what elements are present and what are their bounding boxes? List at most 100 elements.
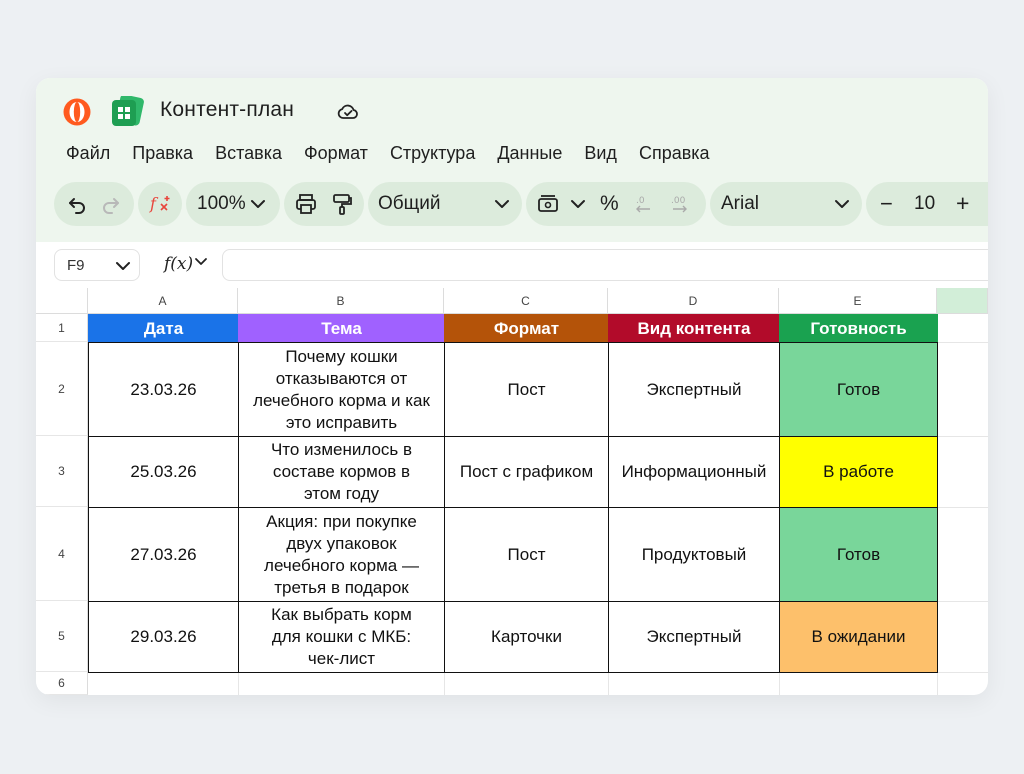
chevron-down-icon[interactable] [194, 256, 208, 268]
status-cell[interactable]: Готов [779, 507, 938, 602]
row-header-5[interactable]: 5 [36, 601, 88, 672]
status-cell[interactable]: В ожидании [779, 601, 938, 673]
cell-text: Как выбрать корм для кошки с МКБ: чек-лист [271, 604, 412, 670]
cell-text-line: Акция: при покупке [266, 511, 417, 531]
status-cell[interactable]: Готов [779, 342, 938, 437]
header-cell[interactable]: Дата [88, 314, 239, 343]
chevron-down-icon [495, 200, 509, 208]
content-type-cell[interactable]: Продуктовый [608, 507, 780, 602]
format-cell[interactable]: Пост [444, 342, 609, 437]
header-cell[interactable]: Тема [238, 314, 445, 343]
topic-cell[interactable]: Почему кошки отказываются от лечебного кор… [238, 342, 445, 437]
menu-insert[interactable]: Вставка [215, 143, 282, 165]
number-tools-group: % .0 .00 [526, 182, 706, 226]
status-cell[interactable]: В работе [779, 436, 938, 508]
topic-cell[interactable]: Как выбрать корм для кошки с МКБ: чек-лист [238, 601, 445, 673]
header-cell[interactable]: Формат [444, 314, 609, 343]
column-header-e[interactable]: E [779, 288, 937, 314]
row-header-1[interactable]: 1 [36, 314, 88, 342]
app-window: Контент-план Файл Правка Вставка Формат … [36, 78, 988, 695]
font-family-value: Arial [721, 193, 760, 214]
menu-help[interactable]: Справка [639, 143, 710, 165]
chevron-down-icon [835, 200, 849, 208]
cell-text-line: Как выбрать корм [271, 605, 412, 624]
print-icon[interactable] [294, 193, 318, 215]
name-box[interactable]: F9 [54, 249, 140, 281]
document-title[interactable]: Контент-план [160, 98, 294, 122]
cloud-check-icon[interactable] [336, 100, 360, 124]
column-header-b[interactable]: B [238, 288, 444, 314]
font-size-decrease-button[interactable]: − [880, 191, 893, 217]
zoom-value: 100% [197, 193, 246, 214]
formula-input[interactable] [222, 249, 988, 281]
menu-edit[interactable]: Правка [132, 143, 193, 165]
fx-label[interactable]: f(x) [164, 254, 193, 274]
cell-text-line: это исправить [285, 412, 398, 432]
font-size-stepper: − 10 + [866, 182, 988, 226]
font-size-value[interactable]: 10 [914, 193, 935, 215]
cell-text: Что изменилось в составе кормов в этом год… [271, 439, 412, 505]
number-format-value: Общий [378, 193, 441, 214]
column-header-f[interactable] [937, 288, 988, 314]
cell-text-line: лечебного корма и как [253, 390, 430, 410]
format-cell[interactable]: Карточки [444, 601, 609, 673]
menu-view[interactable]: Вид [584, 143, 617, 165]
redo-icon[interactable] [100, 193, 122, 215]
font-size-increase-button[interactable]: + [956, 190, 969, 217]
row-header-2[interactable]: 2 [36, 342, 88, 436]
menu-structure[interactable]: Структура [390, 143, 475, 165]
spreadsheet-grid: A B C D E 1 2 3 4 5 6 Дата Тема Формат Вид контента Гот… [36, 288, 988, 695]
zoom-select[interactable]: 100% [186, 182, 280, 226]
number-format-select[interactable]: Общий [368, 182, 522, 226]
cell-text-line: Что изменилось в [270, 440, 413, 459]
column-header-c[interactable]: C [444, 288, 608, 314]
cell-text-line: этом году [303, 484, 380, 503]
menu-data[interactable]: Данные [497, 143, 562, 165]
spreadsheet-logo-icon [112, 96, 144, 126]
content-type-cell[interactable]: Информационный [608, 436, 780, 508]
paint-format-icon[interactable] [330, 193, 354, 215]
print-format-group [284, 182, 364, 226]
cell-text-line: для кошки с МКБ: [271, 627, 412, 646]
topic-cell[interactable]: Акция: при покупке двух упаковок лечебного… [238, 507, 445, 602]
column-header-a[interactable]: A [88, 288, 238, 314]
topic-cell[interactable]: Что изменилось в составе кормов в этом год… [238, 436, 445, 508]
increase-decimal-icon[interactable]: .00 [668, 193, 694, 215]
header-cell[interactable]: Готовность [779, 314, 938, 343]
currency-format-icon[interactable] [536, 193, 560, 215]
decrease-decimal-icon[interactable]: .0 [632, 193, 656, 215]
row-header-6[interactable]: 6 [36, 672, 88, 695]
row-header-3[interactable]: 3 [36, 436, 88, 507]
date-cell[interactable]: 29.03.26 [88, 601, 239, 673]
format-cell[interactable]: Пост [444, 507, 609, 602]
date-cell[interactable]: 25.03.26 [88, 436, 239, 508]
top-bar: Контент-план Файл Правка Вставка Формат … [36, 78, 988, 242]
menu-format[interactable]: Формат [304, 143, 368, 165]
chevron-down-icon [116, 262, 130, 270]
function-button[interactable]: f [138, 182, 182, 226]
content-type-cell[interactable]: Экспертный [608, 601, 780, 673]
menu-file[interactable]: Файл [66, 143, 110, 165]
chevron-down-icon [251, 200, 265, 208]
undo-icon[interactable] [66, 193, 88, 215]
cell-text-line: лечебного корма — [264, 555, 419, 575]
cell-text-line: составе кормов в [272, 462, 411, 481]
font-family-select[interactable]: Arial [710, 182, 862, 226]
date-cell[interactable]: 23.03.26 [88, 342, 239, 437]
percent-button[interactable]: % [600, 192, 619, 216]
cell-text-line: отказываются от [275, 368, 408, 388]
toolbar: f 100% Общий % .0 .00 Arial − 10 + [54, 182, 988, 226]
content-type-cell[interactable]: Экспертный [608, 342, 780, 437]
app-logo-icon[interactable] [63, 98, 91, 126]
cell-text-line: двух упаковок [286, 533, 397, 553]
menu-bar: Файл Правка Вставка Формат Структура Дан… [66, 143, 732, 165]
row-header-4[interactable]: 4 [36, 507, 88, 601]
header-cell[interactable]: Вид контента [608, 314, 780, 343]
chevron-down-icon[interactable] [570, 197, 586, 211]
date-cell[interactable]: 27.03.26 [88, 507, 239, 602]
format-cell[interactable]: Пост с графиком [444, 436, 609, 508]
select-all-corner[interactable] [36, 288, 88, 314]
svg-text:.00: .00 [671, 196, 686, 206]
svg-text:.0: .0 [636, 196, 645, 206]
column-header-d[interactable]: D [608, 288, 779, 314]
